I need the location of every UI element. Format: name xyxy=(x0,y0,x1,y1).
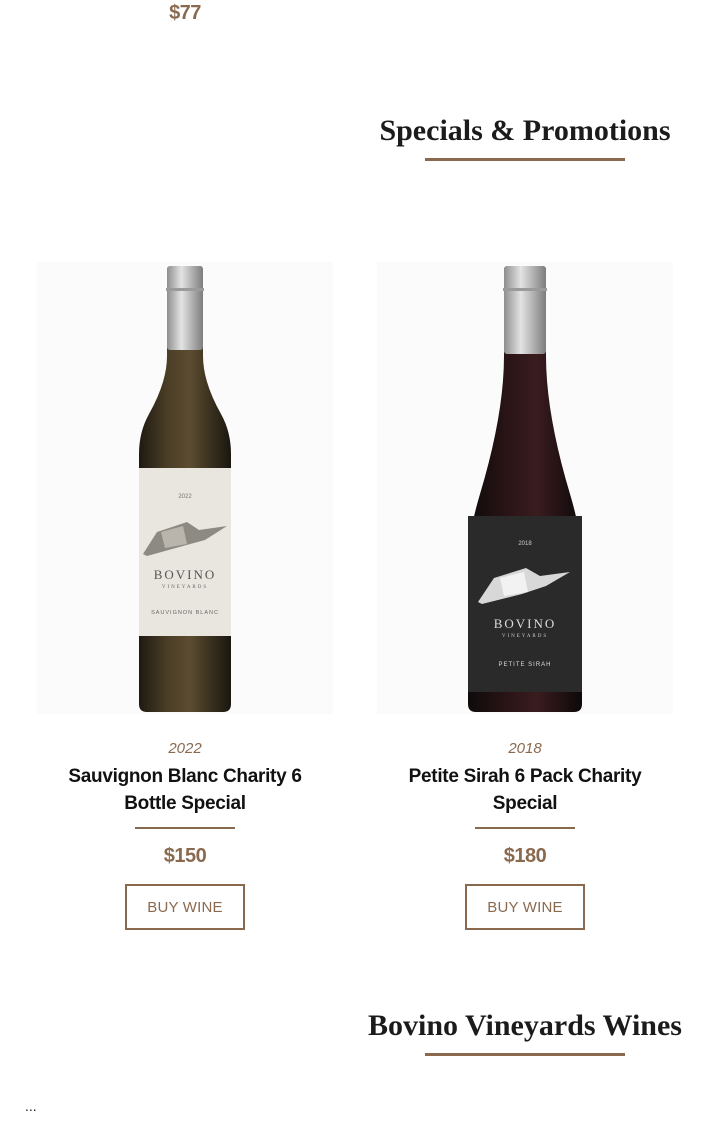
svg-text:VINEYARDS: VINEYARDS xyxy=(502,634,548,639)
buy-wine-button[interactable]: BUY WINE xyxy=(125,884,245,930)
product-price: $180 xyxy=(503,845,547,867)
previous-product-price: $77 xyxy=(169,2,201,24)
product-divider xyxy=(475,827,575,829)
svg-text:VINEYARDS: VINEYARDS xyxy=(162,585,208,590)
product-name[interactable]: Sauvignon Blanc Charity 6 Bottle Special xyxy=(43,763,327,817)
product-name[interactable]: Petite Sirah 6 Pack Charity Special xyxy=(383,763,667,817)
product-card-sauvignon-blanc: 2022 BOVINO VINEYARDS SAUVIGNON BLANC 20… xyxy=(35,262,335,930)
product-image-sauvignon-blanc[interactable]: 2022 BOVINO VINEYARDS SAUVIGNON BLANC xyxy=(37,262,333,714)
product-vintage: 2022 xyxy=(168,740,202,757)
product-card-petite-sirah: 2018 BOVINO VINEYARDS PETITE SIRAH 2018 … xyxy=(375,262,675,930)
svg-text:2022: 2022 xyxy=(178,494,192,500)
svg-text:BOVINO: BOVINO xyxy=(494,616,557,631)
wines-title-underline xyxy=(425,1053,625,1056)
svg-text:PETITE SIRAH: PETITE SIRAH xyxy=(498,662,551,668)
white-wine-bottle-image: 2022 BOVINO VINEYARDS SAUVIGNON BLANC xyxy=(139,266,231,712)
product-vintage: 2018 xyxy=(508,740,542,757)
ellipsis-indicator: ... xyxy=(25,1098,37,1114)
specials-title-underline xyxy=(425,158,625,161)
product-divider xyxy=(135,827,235,829)
product-price: $150 xyxy=(163,845,207,867)
red-wine-bottle-image: 2018 BOVINO VINEYARDS PETITE SIRAH xyxy=(468,266,582,712)
product-image-petite-sirah[interactable]: 2018 BOVINO VINEYARDS PETITE SIRAH xyxy=(377,262,673,714)
wines-section-title: Bovino Vineyards Wines xyxy=(368,1009,682,1042)
buy-wine-button[interactable]: BUY WINE xyxy=(465,884,585,930)
svg-text:2018: 2018 xyxy=(518,541,532,547)
svg-text:SAUVIGNON BLANC: SAUVIGNON BLANC xyxy=(151,610,219,616)
specials-section-title: Specials & Promotions xyxy=(379,114,671,147)
svg-text:BOVINO: BOVINO xyxy=(154,567,217,582)
